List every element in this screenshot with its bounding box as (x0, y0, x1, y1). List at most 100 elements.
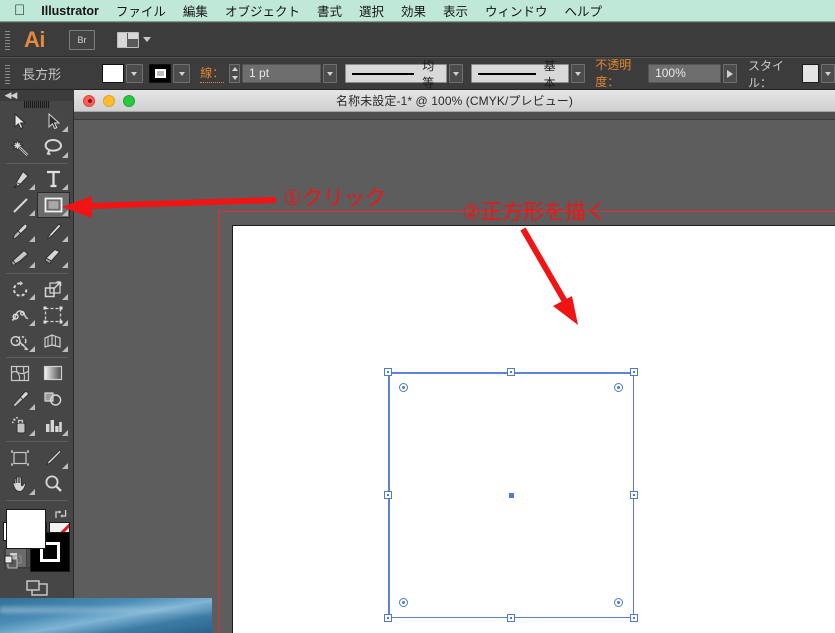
document-tab-strip (74, 112, 835, 120)
menu-item-type[interactable]: 書式 (317, 1, 342, 20)
style-dropdown-button[interactable] (821, 64, 835, 83)
eraser-tool[interactable] (37, 244, 70, 270)
menu-item-help[interactable]: ヘルプ (565, 1, 603, 20)
artboard-tool[interactable] (4, 445, 37, 471)
slice-tool[interactable] (37, 445, 70, 471)
corner-radius-widget-bottom-right[interactable] (614, 598, 623, 607)
selected-object-type: 長方形 (22, 67, 62, 82)
width-tool[interactable] (4, 302, 37, 328)
tools-panel-grip[interactable] (0, 101, 74, 108)
brush-dropdown-button[interactable] (571, 64, 586, 83)
scale-tool[interactable] (37, 276, 70, 302)
bridge-button[interactable]: Br (69, 29, 95, 50)
fill-control[interactable] (101, 64, 143, 83)
swap-fill-stroke-icon[interactable] (54, 507, 68, 519)
default-fill-stroke-icon[interactable] (4, 555, 19, 570)
menu-item-effect[interactable]: 効果 (401, 1, 426, 20)
hand-tool[interactable] (4, 471, 37, 497)
apple-menu-icon[interactable]:  (14, 3, 25, 18)
blend-tool[interactable] (37, 386, 70, 412)
handle-middle-left[interactable] (384, 491, 392, 499)
magic-wand-tool[interactable] (4, 134, 37, 160)
eyedropper-tool[interactable] (4, 386, 37, 412)
tools-panel: ◀◀ (0, 90, 74, 598)
desktop-wallpaper (0, 598, 212, 633)
opacity-dropdown-button[interactable] (723, 64, 738, 83)
appbar-grip[interactable] (3, 28, 12, 51)
stepper-up-icon (231, 67, 238, 72)
tools-panel-header[interactable]: ◀◀ (0, 90, 74, 101)
graphic-style-swatch[interactable] (801, 64, 819, 83)
handle-top-center[interactable] (507, 368, 515, 376)
rotate-tool[interactable] (4, 276, 37, 302)
stroke-weight-dropdown-button[interactable] (323, 64, 338, 83)
annotation-click: ①クリック (283, 187, 386, 210)
corner-radius-widget-top-right[interactable] (614, 383, 623, 392)
opacity-input[interactable]: 100% (648, 64, 722, 83)
brush-label: 基本 (543, 58, 556, 90)
arrange-documents-button[interactable] (117, 31, 151, 48)
toolpanel-fill-swatch[interactable] (5, 508, 46, 549)
blob-brush-tool[interactable] (4, 244, 37, 270)
change-screen-mode-button[interactable] (22, 578, 52, 598)
zoom-tool[interactable] (37, 471, 70, 497)
arrange-icon (117, 31, 139, 48)
type-tool[interactable] (37, 166, 70, 192)
chevron-down-icon (143, 37, 151, 42)
gradient-tool[interactable] (37, 360, 70, 386)
document-title-bar[interactable]: 名称未設定-1* @ 100% (CMYK/プレビュー) (74, 90, 835, 112)
controlbar-grip[interactable] (3, 62, 11, 85)
handle-bottom-left[interactable] (384, 614, 392, 622)
menu-item-file[interactable]: ファイル (116, 1, 166, 20)
fill-swatch[interactable] (101, 64, 124, 83)
menu-item-window[interactable]: ウィンドウ (485, 1, 548, 20)
profile-label: 均等 (422, 58, 435, 90)
stroke-weight-stepper[interactable] (229, 64, 241, 83)
column-graph-tool[interactable] (37, 412, 70, 438)
corner-radius-widget-top-left[interactable] (399, 383, 408, 392)
mesh-tool[interactable] (4, 360, 37, 386)
handle-bottom-right[interactable] (630, 614, 638, 622)
paintbrush-tool[interactable] (4, 218, 37, 244)
tool-group-paint (4, 360, 70, 438)
stroke-weight-input[interactable]: 1 pt (242, 64, 322, 83)
handle-top-left[interactable] (384, 368, 392, 376)
collapse-panel-icon[interactable]: ◀◀ (5, 90, 18, 101)
selected-square-object[interactable] (384, 368, 638, 622)
stroke-dropdown-button[interactable] (173, 64, 191, 83)
lasso-tool[interactable] (37, 134, 70, 160)
handle-top-right[interactable] (630, 368, 638, 376)
tool-group-drawing (4, 166, 70, 270)
brush-definition-select[interactable]: 基本 (471, 59, 570, 90)
stroke-weight-label[interactable]: 線： (200, 64, 225, 83)
variable-width-profile-select[interactable]: 均等 (345, 59, 448, 90)
line-segment-tool[interactable] (4, 192, 37, 218)
handle-bottom-center[interactable] (507, 614, 515, 622)
profile-dropdown-button[interactable] (449, 64, 464, 83)
opacity-label[interactable]: 不透明度： (595, 56, 644, 92)
stroke-swatch[interactable] (149, 64, 172, 83)
stroke-control[interactable] (149, 64, 191, 83)
tool-group-navigation (4, 445, 70, 497)
corner-radius-widget-bottom-left[interactable] (399, 598, 408, 607)
symbol-sprayer-tool[interactable] (4, 412, 37, 438)
canvas-area[interactable] (74, 120, 835, 633)
perspective-grid-tool[interactable] (37, 328, 70, 354)
menu-item-select[interactable]: 選択 (359, 1, 384, 20)
menu-item-edit[interactable]: 編集 (183, 1, 208, 20)
rectangle-tool[interactable] (36, 192, 70, 219)
handle-middle-right[interactable] (630, 491, 638, 499)
menu-item-illustrator[interactable]: Illustrator (41, 4, 99, 18)
selection-tool[interactable] (4, 108, 37, 134)
shape-builder-tool[interactable] (4, 328, 37, 354)
object-center-point (508, 492, 514, 498)
menu-item-object[interactable]: オブジェクト (225, 1, 300, 20)
pencil-tool[interactable] (37, 218, 70, 244)
direct-selection-tool[interactable] (37, 108, 70, 134)
control-bar: 長方形 線： 1 pt 均等 基本 不透明度： 100% スタイル： (0, 56, 835, 92)
pen-tool[interactable] (4, 166, 37, 192)
fill-dropdown-button[interactable] (125, 64, 143, 83)
document-title: 名称未設定-1* @ 100% (CMYK/プレビュー) (335, 94, 573, 108)
free-transform-tool[interactable] (37, 302, 70, 328)
menu-item-view[interactable]: 表示 (443, 1, 468, 20)
